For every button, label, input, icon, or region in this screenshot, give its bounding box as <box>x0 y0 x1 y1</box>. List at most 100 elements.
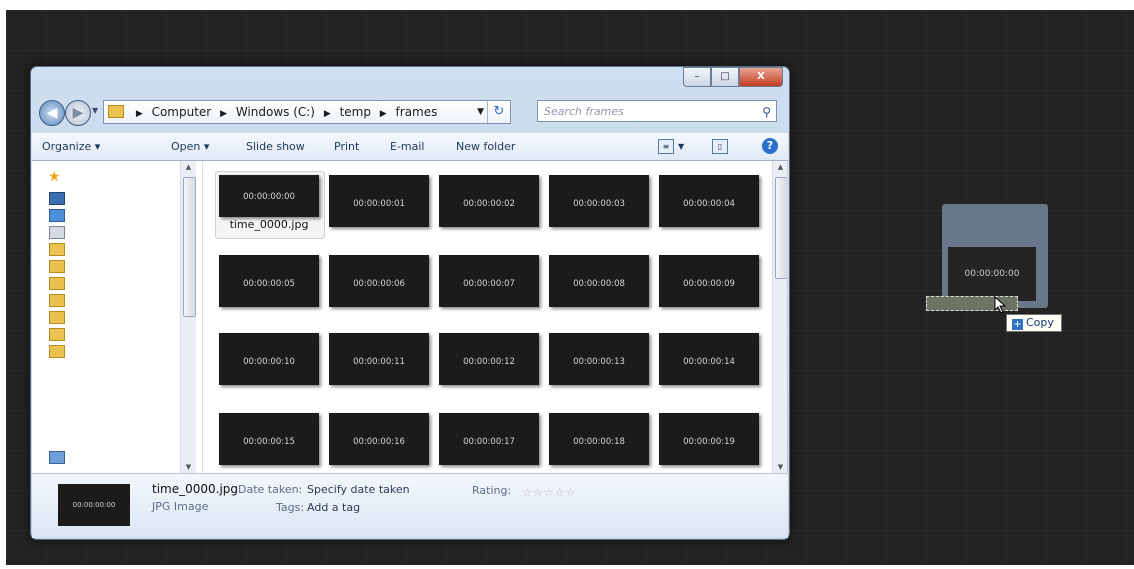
minimize-button[interactable]: – <box>683 67 711 87</box>
date-taken-value[interactable]: Specify date taken <box>307 483 410 496</box>
thumbnail-tile[interactable]: 00:00:00:12 <box>439 333 539 385</box>
search-icon[interactable]: ⚲ <box>762 101 771 123</box>
organize-button[interactable]: Organize ▾ <box>42 133 100 160</box>
breadcrumb-temp[interactable]: temp <box>340 105 371 119</box>
thumbnail-tile[interactable]: 00:00:00:19 <box>659 413 759 465</box>
thumbnail-tile[interactable]: 00:00:00:10 <box>219 333 319 385</box>
thumbnail-tile[interactable]: 00:00:00:02 <box>439 175 539 227</box>
folder-icon[interactable] <box>49 260 65 273</box>
content-scroll-thumb[interactable] <box>775 177 787 279</box>
refresh-icon[interactable]: ↻ <box>487 101 510 123</box>
drive-icon[interactable] <box>49 451 65 464</box>
rating-stars[interactable]: ☆☆☆☆☆ <box>522 486 576 499</box>
breadcrumb-separator-icon[interactable]: ▶ <box>380 109 387 119</box>
folder-icon[interactable] <box>49 345 65 358</box>
preview-pane-icon[interactable]: ▯ <box>712 139 728 154</box>
email-button[interactable]: E-mail <box>390 133 425 160</box>
thumbnail-timecode: 00:00:00:07 <box>463 279 515 289</box>
thumbnail-tile[interactable]: 00:00:00:00 <box>219 175 319 217</box>
thumbnail-tile[interactable]: 00:00:00:16 <box>329 413 429 465</box>
views-dropdown-icon[interactable]: ▼ <box>678 133 684 160</box>
folder-icon[interactable] <box>49 294 65 307</box>
print-button[interactable]: Print <box>334 133 359 160</box>
favorites-star-icon[interactable]: ★ <box>48 169 61 185</box>
network-icon[interactable] <box>49 226 65 239</box>
forward-arrow-icon[interactable]: ▶ <box>65 100 91 126</box>
address-bar[interactable]: ▶ Computer ▶ Windows (C:) ▶ temp ▶ frame… <box>103 100 511 124</box>
scroll-up-arrow-icon[interactable]: ▲ <box>773 163 787 171</box>
new-folder-button[interactable]: New folder <box>456 133 515 160</box>
content-scrollbar[interactable]: ▲ ▼ <box>772 161 787 473</box>
copy-plus-icon: + <box>1012 319 1023 330</box>
thumbnail-timecode: 00:00:00:10 <box>243 357 295 367</box>
maximize-button[interactable]: □ <box>711 67 739 87</box>
thumbnail-timecode: 00:00:00:12 <box>463 357 515 367</box>
breadcrumb-windows-c[interactable]: Windows (C:) <box>236 105 315 119</box>
nav-scroll-thumb[interactable] <box>183 177 196 317</box>
search-input[interactable]: Search frames ⚲ <box>537 100 777 122</box>
libraries-icon[interactable] <box>49 209 65 222</box>
tags-value[interactable]: Add a tag <box>307 501 360 514</box>
thumbnail-tile[interactable]: 00:00:00:05 <box>219 255 319 307</box>
drop-target-card[interactable]: 00:00:00:00 <box>942 204 1048 308</box>
breadcrumb-separator-icon[interactable]: ▶ <box>324 109 331 119</box>
date-taken-label: Date taken: <box>238 483 303 496</box>
thumbnail-tile[interactable]: 00:00:00:18 <box>549 413 649 465</box>
scroll-down-arrow-icon[interactable]: ▼ <box>181 463 196 471</box>
folder-icon[interactable] <box>49 311 65 324</box>
breadcrumb-frames[interactable]: frames <box>396 105 438 119</box>
thumbnail-tile[interactable]: 00:00:00:15 <box>219 413 319 465</box>
breadcrumb-separator-icon[interactable]: ▶ <box>136 109 143 119</box>
nav-scrollbar[interactable]: ▲ ▼ <box>180 161 196 473</box>
thumbnail-tile[interactable]: 00:00:00:14 <box>659 333 759 385</box>
thumbnail-timecode: 00:00:00:16 <box>353 437 405 447</box>
thumbnail-tile[interactable]: 00:00:00:04 <box>659 175 759 227</box>
breadcrumb-separator-icon[interactable]: ▶ <box>220 109 227 119</box>
thumbnail-tile[interactable]: 00:00:00:17 <box>439 413 539 465</box>
thumbnail-timecode: 00:00:00:06 <box>353 279 405 289</box>
views-icon[interactable]: ≡ <box>658 139 674 154</box>
copy-tooltip: + Copy <box>1006 314 1062 332</box>
search-placeholder: Search frames <box>544 105 624 118</box>
scroll-down-arrow-icon[interactable]: ▼ <box>773 463 787 471</box>
help-icon[interactable]: ? <box>762 138 778 154</box>
close-button[interactable]: X <box>739 67 783 87</box>
recent-pages-dropdown-icon[interactable]: ▼ <box>92 106 98 115</box>
details-filetype: JPG Image <box>152 500 209 513</box>
command-bar: Organize ▾ Open ▾ Slide show Print E-mai… <box>32 133 788 161</box>
thumbnail-timecode: 00:00:00:09 <box>683 279 735 289</box>
thumbnail-tile[interactable]: 00:00:00:06 <box>329 255 429 307</box>
thumbnail-timecode: 00:00:00:03 <box>573 199 625 209</box>
thumbnail-tile[interactable]: 00:00:00:07 <box>439 255 539 307</box>
thumbnail-tile[interactable]: 00:00:00:11 <box>329 333 429 385</box>
folder-icon[interactable] <box>49 243 65 256</box>
thumbnail-timecode: 00:00:00:11 <box>353 357 405 367</box>
desktop-icon[interactable] <box>49 192 65 205</box>
folder-icon[interactable] <box>49 328 65 341</box>
thumbnail-timecode: 00:00:00:14 <box>683 357 735 367</box>
thumbnail-timecode: 00:00:00:08 <box>573 279 625 289</box>
thumbnail-timecode: 00:00:00:05 <box>243 279 295 289</box>
rating-label: Rating: <box>472 484 512 497</box>
thumbnail-timecode: 00:00:00:02 <box>463 199 515 209</box>
explorer-window: – □ X ◀ ▶ ▼ ▶ Computer ▶ Windows (C:) ▶ … <box>30 66 790 540</box>
thumbnail-tile[interactable]: 00:00:00:03 <box>549 175 649 227</box>
thumbnail-tile[interactable]: 00:00:00:01 <box>329 175 429 227</box>
breadcrumb-computer[interactable]: Computer <box>152 105 212 119</box>
scroll-up-arrow-icon[interactable]: ▲ <box>181 163 196 171</box>
selected-filename-label: time_0000.jpg <box>229 218 309 231</box>
details-filename: time_0000.jpg <box>152 482 239 496</box>
drop-target-thumbnail: 00:00:00:00 <box>948 247 1036 301</box>
window-controls: – □ X <box>683 67 783 87</box>
cursor-arrow-icon <box>994 296 1007 314</box>
back-arrow-icon[interactable]: ◀ <box>39 100 65 126</box>
copy-label: Copy <box>1026 316 1054 329</box>
address-dropdown-icon[interactable]: ▼ <box>477 101 484 123</box>
thumbnail-tile[interactable]: 00:00:00:08 <box>549 255 649 307</box>
folder-icon[interactable] <box>49 277 65 290</box>
open-button[interactable]: Open ▾ <box>171 133 209 160</box>
thumbnail-tile[interactable]: 00:00:00:09 <box>659 255 759 307</box>
slideshow-button[interactable]: Slide show <box>246 133 305 160</box>
thumbnail-tile[interactable]: 00:00:00:13 <box>549 333 649 385</box>
thumbnail-timecode: 00:00:00:01 <box>353 199 405 209</box>
